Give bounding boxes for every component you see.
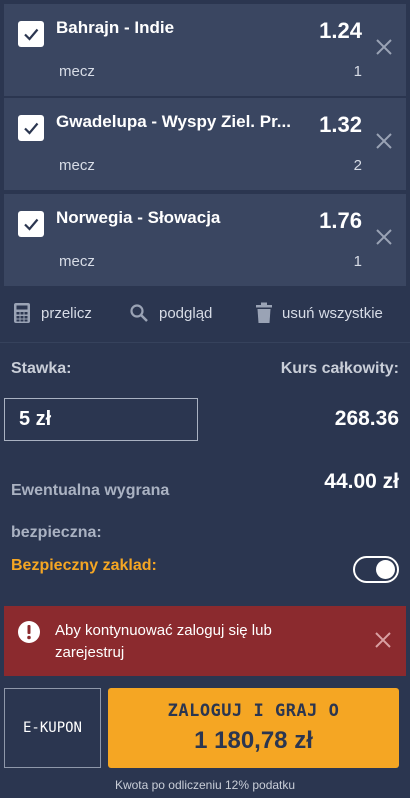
bet-item: Norwegia - Słowacja 1.76 mecz 1 [4,194,406,286]
login-and-play-button[interactable]: ZALOGUJ I GRAJ O 1 180,78 zł [108,688,399,768]
checkmark-icon [24,218,39,231]
potential-win-value: 44.00 zł [324,470,399,493]
preview-label: podgląd [159,304,213,322]
potential-win-label: Ewentualna wygrana bezpieczna: [11,482,170,541]
bet-event-name: Gwadelupa - Wyspy Ziel. Pr... [56,112,291,131]
tax-note: Kwota po odliczeniu 12% podatku [114,778,296,792]
bet-market-type: mecz [59,63,95,80]
calculator-icon [14,303,30,323]
login-button-amount: 1 180,78 zł [194,727,313,754]
ekupon-button[interactable]: E-KUPON [4,688,101,768]
remove-bet-close-icon[interactable] [374,227,394,247]
recalculate-label: przelicz [41,304,92,322]
bet-event-name: Norwegia - Słowacja [56,208,221,227]
login-alert: Aby kontynuować zaloguj się lub zarejest… [4,606,406,676]
bet-slip-actions: przelicz podgląd usuń wszystkie [0,298,410,328]
bet-event-name: Bahrajn - Indie [56,18,175,37]
remove-bet-close-icon[interactable] [374,37,394,57]
bet-market-type: mecz [59,157,95,174]
bet-odd: 1.24 [319,18,362,43]
preview-button[interactable]: podgląd [129,298,212,328]
close-alert-icon[interactable] [373,630,393,650]
bet-checkbox[interactable] [18,21,44,47]
stake-input[interactable]: 5 zł [4,398,198,441]
bet-pick: 1 [353,253,362,270]
checkmark-icon [24,122,39,135]
safe-bet-toggle[interactable] [353,556,399,583]
remove-all-button[interactable]: usuń wszystkie [256,298,383,328]
checkmark-icon [24,28,39,41]
divider [0,342,410,343]
trash-icon [256,302,272,323]
login-button-label: ZALOGUJ I GRAJ O [167,701,340,721]
toggle-knob [376,560,395,579]
bet-odd: 1.32 [319,112,362,137]
bet-odd: 1.76 [319,208,362,233]
total-odds-value: 268.36 [334,407,399,430]
remove-bet-close-icon[interactable] [374,131,394,151]
search-icon [130,304,148,322]
total-odds-label: Kurs całkowity: [280,360,399,377]
bet-checkbox[interactable] [18,115,44,141]
bet-item: Gwadelupa - Wyspy Ziel. Pr... 1.32 mecz … [4,98,406,190]
bet-item: Bahrajn - Indie 1.24 mecz 1 [4,4,406,96]
remove-all-label: usuń wszystkie [282,304,383,322]
bet-pick: 2 [353,157,362,174]
safe-bet-label: Bezpieczny zaklad: [11,557,157,574]
warning-icon [18,621,40,643]
bet-checkbox[interactable] [18,211,44,237]
bet-pick: 1 [353,63,362,80]
recalculate-button[interactable]: przelicz [13,298,92,328]
bet-market-type: mecz [59,253,95,270]
alert-message: Aby kontynuować zaloguj się lub zarejest… [55,622,272,661]
stake-label: Stawka: [11,360,72,377]
